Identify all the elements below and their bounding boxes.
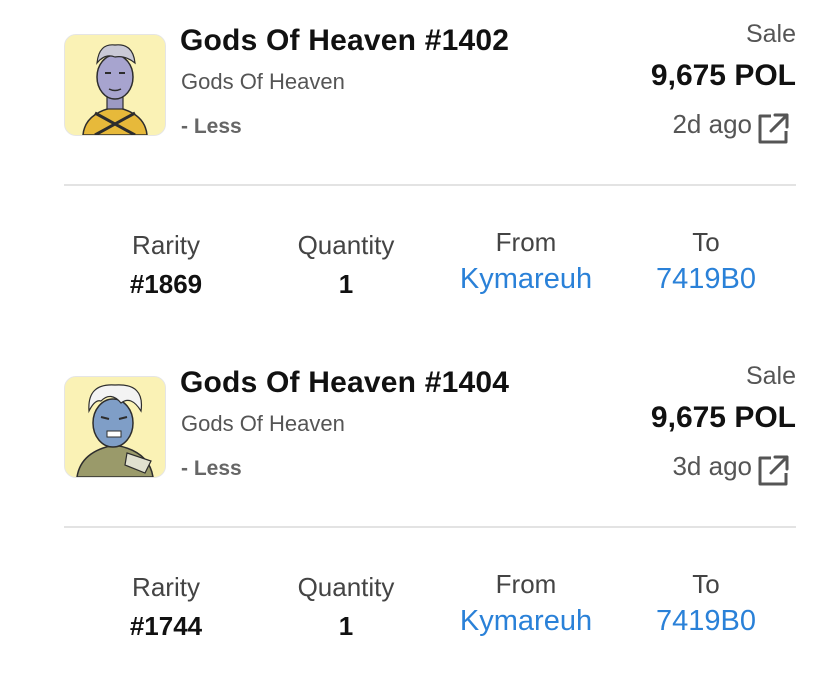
sale-time: 3d ago bbox=[672, 451, 752, 481]
from-label: From bbox=[495, 569, 557, 599]
divider bbox=[64, 184, 796, 186]
sale-price: 9,675 POL bbox=[650, 59, 796, 92]
nft-thumbnail[interactable] bbox=[64, 34, 166, 136]
rarity-column: Rarity #1869 bbox=[96, 230, 236, 300]
from-link[interactable]: Kymareuh bbox=[436, 263, 616, 296]
sale-item: Gods Of Heaven #1402 Gods Of Heaven - Le… bbox=[0, 0, 828, 342]
less-toggle[interactable]: - Less bbox=[181, 115, 242, 139]
nft-thumbnail[interactable] bbox=[64, 376, 166, 478]
quantity-column: Quantity 1 bbox=[266, 230, 426, 300]
to-label: To bbox=[692, 569, 720, 599]
rarity-label: Rarity bbox=[132, 572, 200, 602]
nft-title[interactable]: Gods Of Heaven #1404 bbox=[180, 366, 509, 400]
quantity-column: Quantity 1 bbox=[266, 572, 426, 642]
sale-price: 9,675 POL bbox=[650, 401, 796, 434]
to-link[interactable]: 7419B0 bbox=[636, 605, 776, 638]
nft-avatar-icon bbox=[65, 377, 165, 477]
external-link-icon[interactable] bbox=[755, 453, 791, 489]
external-link-icon[interactable] bbox=[755, 111, 791, 147]
event-type: Sale bbox=[745, 362, 796, 390]
collection-name[interactable]: Gods Of Heaven bbox=[181, 69, 345, 95]
to-column: To 7419B0 bbox=[636, 227, 776, 296]
from-column: From Kymareuh bbox=[436, 569, 616, 638]
rarity-value: #1869 bbox=[129, 269, 203, 299]
rarity-column: Rarity #1744 bbox=[96, 572, 236, 642]
event-type: Sale bbox=[745, 20, 796, 48]
sale-time: 2d ago bbox=[672, 109, 752, 139]
sale-item: Gods Of Heaven #1404 Gods Of Heaven - Le… bbox=[0, 342, 828, 684]
quantity-label: Quantity bbox=[297, 230, 395, 260]
rarity-label: Rarity bbox=[132, 230, 200, 260]
to-label: To bbox=[692, 227, 720, 257]
nft-title[interactable]: Gods Of Heaven #1402 bbox=[180, 24, 509, 58]
collection-name[interactable]: Gods Of Heaven bbox=[181, 411, 345, 437]
rarity-value: #1744 bbox=[129, 611, 203, 641]
divider bbox=[64, 526, 796, 528]
from-link[interactable]: Kymareuh bbox=[436, 605, 616, 638]
from-label: From bbox=[495, 227, 557, 257]
quantity-value: 1 bbox=[338, 611, 354, 641]
from-column: From Kymareuh bbox=[436, 227, 616, 296]
quantity-label: Quantity bbox=[297, 572, 395, 602]
quantity-value: 1 bbox=[338, 269, 354, 299]
to-link[interactable]: 7419B0 bbox=[636, 263, 776, 296]
nft-avatar-icon bbox=[65, 35, 165, 135]
to-column: To 7419B0 bbox=[636, 569, 776, 638]
less-toggle[interactable]: - Less bbox=[181, 457, 242, 481]
